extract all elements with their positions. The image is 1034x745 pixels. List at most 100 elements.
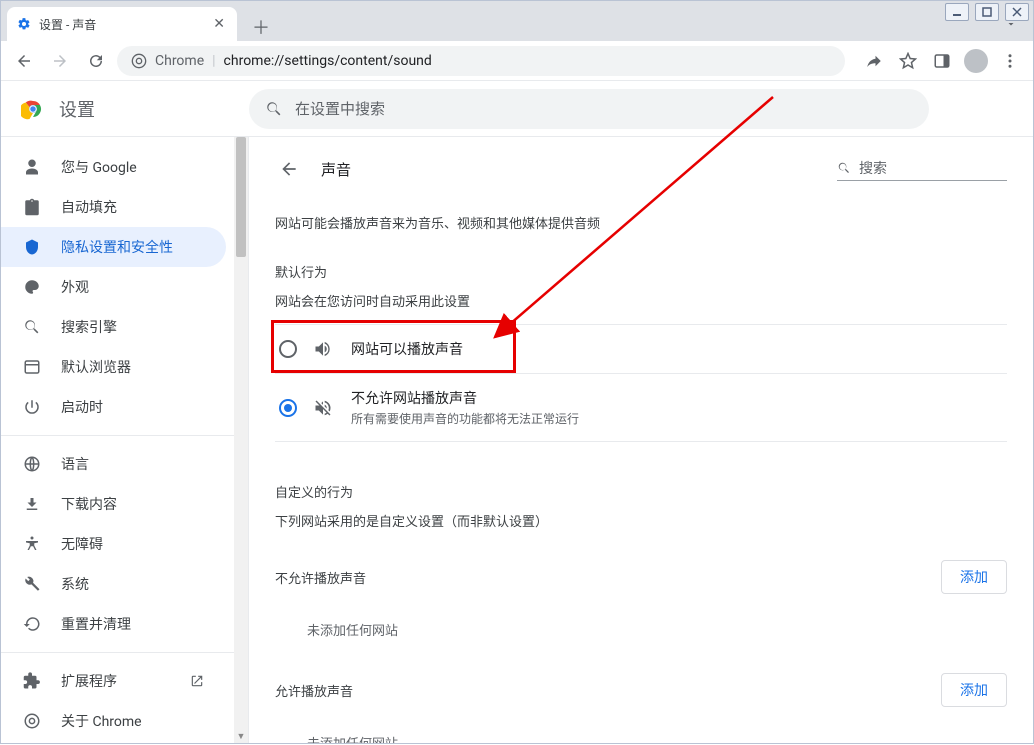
block-list-empty: 未添加任何网站 xyxy=(275,608,1007,645)
scrollbar-thumb[interactable] xyxy=(236,137,246,257)
sidebar-item-you-and-google[interactable]: 您与 Google xyxy=(1,147,226,187)
browser-tab-settings[interactable]: 设置 - 声音 ✕ xyxy=(7,7,237,41)
radio-sublabel: 所有需要使用声音的功能都将无法正常运行 xyxy=(351,410,579,427)
custom-behavior-sub: 下列网站采用的是自定义设置（而非默认设置） xyxy=(275,511,1007,530)
sidebar-scrollbar[interactable]: ▲ ▼ xyxy=(234,137,248,743)
sidebar-item-label: 系统 xyxy=(61,574,89,594)
side-panel-button[interactable] xyxy=(927,46,957,76)
reload-icon xyxy=(87,52,105,70)
globe-icon xyxy=(23,455,43,473)
share-icon xyxy=(865,52,883,70)
sidebar-item-system[interactable]: 系统 xyxy=(1,564,226,604)
chrome-product-icon xyxy=(131,53,147,69)
arrow-left-icon xyxy=(279,159,299,179)
sidebar-item-autofill[interactable]: 自动填充 xyxy=(1,187,226,227)
person-icon xyxy=(23,158,43,176)
sidebar-item-label: 扩展程序 xyxy=(61,671,117,691)
default-behavior-label: 默认行为 xyxy=(275,262,1007,281)
content-search-placeholder: 搜索 xyxy=(859,158,887,178)
scroll-down-icon: ▼ xyxy=(234,729,248,743)
radio-label: 网站可以播放声音 xyxy=(351,339,463,359)
avatar-icon xyxy=(964,49,988,73)
sidebar-item-downloads[interactable]: 下载内容 xyxy=(1,484,226,524)
sidebar-item-about-chrome[interactable]: 关于 Chrome xyxy=(1,701,226,741)
accessibility-icon xyxy=(23,535,43,553)
sidebar-item-label: 隐私设置和安全性 xyxy=(61,237,173,257)
search-icon xyxy=(23,318,43,336)
radio-label: 不允许网站播放声音 xyxy=(351,388,579,408)
content-header: 声音 搜索 xyxy=(275,155,1007,183)
sidebar-item-accessibility[interactable]: 无障碍 xyxy=(1,524,226,564)
sidebar-separator xyxy=(1,435,234,436)
profile-button[interactable] xyxy=(961,46,991,76)
sidebar-item-reset[interactable]: 重置并清理 xyxy=(1,604,226,644)
panel-icon xyxy=(933,52,951,70)
sidebar-item-default-browser[interactable]: 默认浏览器 xyxy=(1,347,226,387)
content-search-box[interactable]: 搜索 xyxy=(837,158,1007,181)
arrow-left-icon xyxy=(15,52,33,70)
maximize-button[interactable] xyxy=(975,3,999,21)
search-icon xyxy=(265,100,283,118)
palette-icon xyxy=(23,278,43,296)
browser-icon xyxy=(23,358,43,376)
allow-list-header: 允许播放声音 添加 xyxy=(275,673,1007,707)
settings-main: 您与 Google 自动填充 隐私设置和安全性 外观 搜索引擎 默认浏览器 xyxy=(1,137,1033,743)
nav-reload-button[interactable] xyxy=(81,46,111,76)
volume-off-icon xyxy=(313,398,335,418)
maximize-icon xyxy=(982,7,992,17)
nav-forward-button[interactable] xyxy=(45,46,75,76)
content-page-title: 声音 xyxy=(321,159,351,180)
omnibox-divider: | xyxy=(212,53,215,69)
nav-back-button[interactable] xyxy=(9,46,39,76)
radio-indicator xyxy=(279,340,297,358)
settings-header: 设置 在设置中搜索 xyxy=(1,81,1033,137)
radio-sites-can-play-sound[interactable]: 网站可以播放声音 xyxy=(275,324,1007,373)
default-behavior-sub: 网站会在您访问时自动采用此设置 xyxy=(275,291,1007,310)
new-tab-button[interactable]: ＋ xyxy=(247,13,275,41)
omnibox-origin-label: Chrome xyxy=(155,53,204,69)
chrome-logo-icon xyxy=(21,97,45,121)
bookmark-button[interactable] xyxy=(893,46,923,76)
sidebar-item-appearance[interactable]: 外观 xyxy=(1,267,226,307)
sidebar-item-extensions[interactable]: 扩展程序 xyxy=(1,661,226,701)
address-bar[interactable]: Chrome | chrome://settings/content/sound xyxy=(117,46,845,76)
sidebar-item-label: 启动时 xyxy=(61,397,103,417)
chrome-menu-button[interactable] xyxy=(995,46,1025,76)
tab-strip: 设置 - 声音 ✕ ＋ xyxy=(1,1,1033,41)
shield-icon xyxy=(23,238,43,256)
settings-search-box[interactable]: 在设置中搜索 xyxy=(249,89,929,129)
power-icon xyxy=(23,398,43,416)
close-button[interactable] xyxy=(1005,3,1029,21)
sidebar-item-label: 重置并清理 xyxy=(61,614,131,634)
content-description: 网站可能会播放声音来为音乐、视频和其他媒体提供音频 xyxy=(275,213,1007,232)
content-back-button[interactable] xyxy=(275,155,303,183)
sidebar-item-privacy[interactable]: 隐私设置和安全性 xyxy=(1,227,226,267)
custom-behavior-label: 自定义的行为 xyxy=(275,482,1007,501)
radio-indicator xyxy=(279,399,297,417)
search-icon xyxy=(837,161,851,175)
sidebar-item-languages[interactable]: 语言 xyxy=(1,444,226,484)
wrench-icon xyxy=(23,575,43,593)
sidebar-item-label: 自动填充 xyxy=(61,197,117,217)
clipboard-icon xyxy=(23,198,43,216)
share-button[interactable] xyxy=(859,46,889,76)
radio-sites-cannot-play-sound[interactable]: 不允许网站播放声音 所有需要使用声音的功能都将无法正常运行 xyxy=(275,373,1007,442)
settings-sidebar-wrap: 您与 Google 自动填充 隐私设置和安全性 外观 搜索引擎 默认浏览器 xyxy=(1,137,249,743)
sidebar-item-label: 下载内容 xyxy=(61,494,117,514)
browser-toolbar: Chrome | chrome://settings/content/sound xyxy=(1,41,1033,81)
sidebar-item-on-startup[interactable]: 启动时 xyxy=(1,387,226,427)
allow-list-label: 允许播放声音 xyxy=(275,681,353,700)
chrome-outline-icon xyxy=(23,712,43,730)
tab-close-button[interactable]: ✕ xyxy=(211,14,227,34)
settings-app-title: 设置 xyxy=(59,96,95,122)
minimize-button[interactable] xyxy=(945,3,969,21)
sidebar-item-search-engine[interactable]: 搜索引擎 xyxy=(1,307,226,347)
window-buttons xyxy=(941,1,1033,23)
add-block-site-button[interactable]: 添加 xyxy=(941,560,1007,594)
arrow-right-icon xyxy=(51,52,69,70)
add-allow-site-button[interactable]: 添加 xyxy=(941,673,1007,707)
sidebar-separator xyxy=(1,652,234,653)
sidebar-item-label: 搜索引擎 xyxy=(61,317,117,337)
tab-title: 设置 - 声音 xyxy=(39,16,96,33)
sidebar-item-label: 语言 xyxy=(61,454,89,474)
